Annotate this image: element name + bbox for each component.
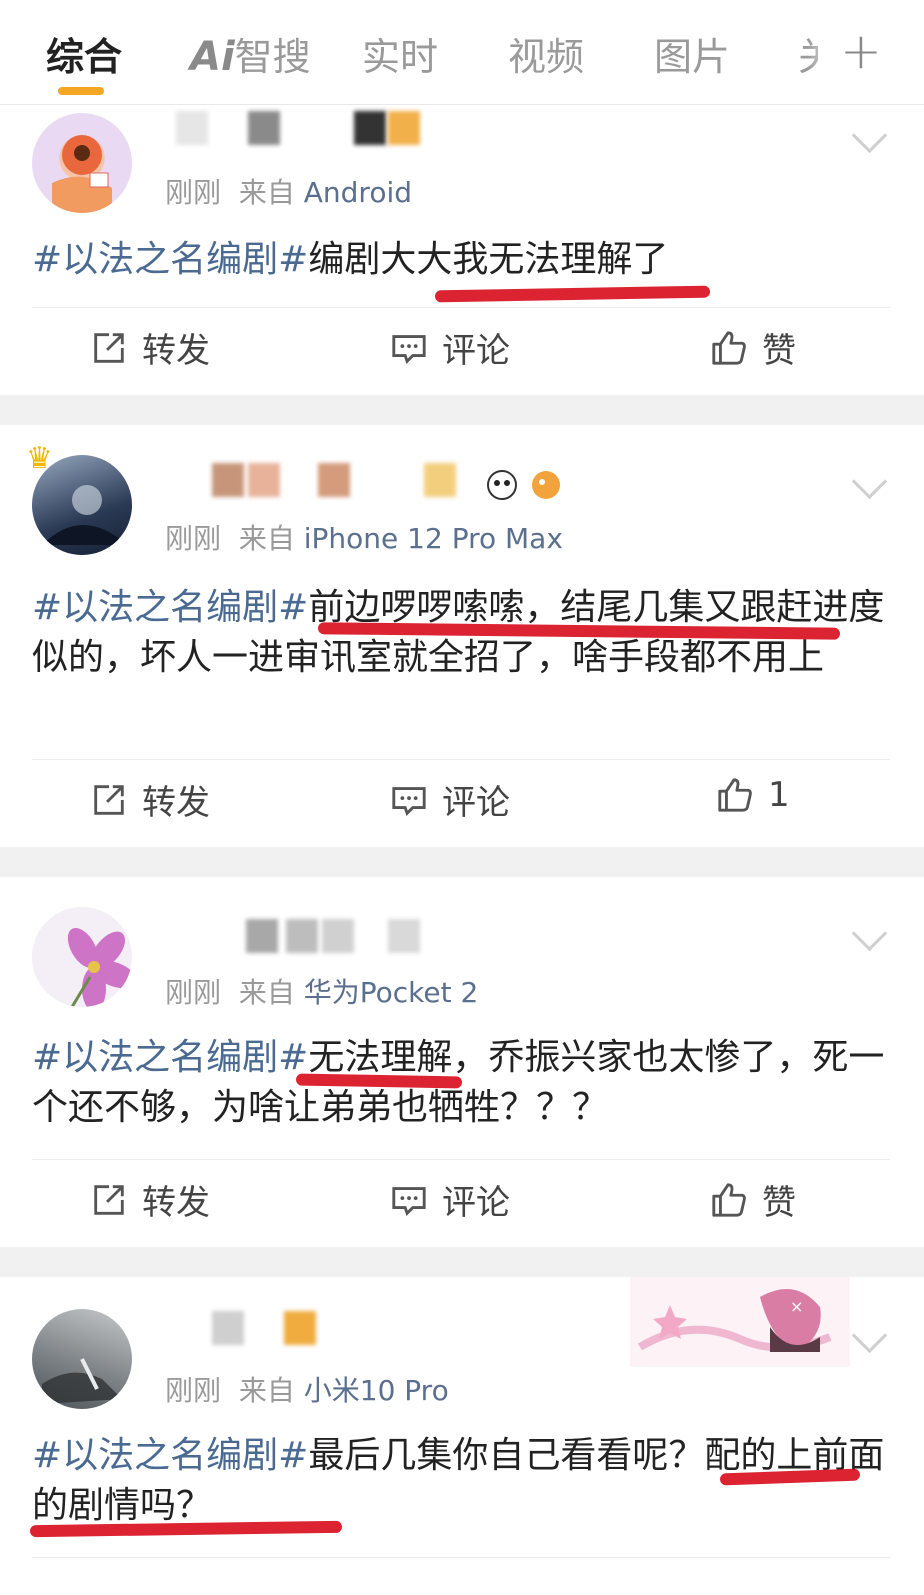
repost-button[interactable]: 转发 — [90, 1175, 210, 1224]
like-button[interactable]: 赞 — [710, 323, 796, 372]
emoji-icon — [487, 470, 560, 500]
like-count: 1 — [768, 775, 790, 815]
chevron-down-icon[interactable] — [851, 1317, 888, 1354]
post-actions: 转发 评论 1 — [0, 775, 924, 835]
avatar-image — [42, 485, 127, 545]
divider — [32, 307, 890, 308]
avatar-image — [67, 927, 132, 1007]
post-meta: 刚刚 来自 小米10 Pro — [165, 1369, 449, 1409]
divider — [32, 1159, 890, 1160]
like-button[interactable]: 1 — [716, 775, 790, 815]
topic-tag[interactable]: #以法之名编剧# — [32, 1037, 308, 1078]
post-time: 刚刚 — [165, 522, 222, 555]
avatar-image — [52, 135, 112, 213]
comment-icon — [392, 334, 426, 364]
search-tabs: 综合 Ai智搜 实时 视频 图片 关 + — [0, 0, 924, 105]
decorative-sticker: × — [630, 1277, 850, 1367]
comment-button[interactable]: 评论 — [390, 323, 510, 372]
post-source: 华为Pocket 2 — [303, 976, 479, 1009]
ai-logo-text: Ai — [190, 34, 235, 80]
divider — [32, 759, 890, 760]
post-time: 刚刚 — [165, 976, 222, 1009]
ai-tab-label: 智搜 — [234, 35, 311, 79]
post-meta: 刚刚 来自 Android — [165, 171, 412, 211]
comment-icon — [392, 1186, 426, 1216]
tab-fade — [808, 30, 838, 74]
like-label: 赞 — [762, 331, 796, 371]
like-icon — [712, 330, 746, 365]
chevron-down-icon[interactable] — [851, 117, 888, 154]
post-time: 刚刚 — [165, 1374, 222, 1407]
divider — [32, 1557, 890, 1558]
repost-label: 转发 — [142, 783, 210, 823]
repost-icon — [94, 1184, 124, 1215]
post-content[interactable]: #以法之名编剧#无法理解，乔振兴家也太惨了，死一个还不够，为啥让弟弟也牺牲？？？ — [32, 1033, 892, 1133]
repost-icon — [94, 784, 124, 815]
comment-icon — [392, 786, 426, 816]
comment-button[interactable]: 评论 — [390, 1175, 510, 1224]
repost-icon — [94, 332, 124, 363]
plus-icon[interactable]: + — [840, 22, 882, 80]
svg-text:×: × — [790, 1297, 803, 1316]
active-tab-indicator — [58, 87, 104, 95]
repost-label: 转发 — [142, 331, 210, 371]
avatar-image — [42, 1358, 122, 1404]
chevron-down-icon[interactable] — [851, 915, 888, 952]
post-card: 刚刚 来自 华为Pocket 2 #以法之名编剧#无法理解，乔振兴家也太惨了，死… — [0, 877, 924, 1247]
tab-ai-search[interactable]: Ai智搜 — [190, 26, 311, 81]
avatar[interactable] — [32, 455, 132, 555]
post-text: 编剧大大我无法理解了 — [308, 239, 669, 280]
post-source: 小米10 Pro — [303, 1374, 449, 1407]
chevron-down-icon[interactable] — [851, 463, 888, 500]
avatar[interactable] — [32, 907, 132, 1007]
like-icon — [712, 1182, 746, 1217]
avatar[interactable] — [32, 1309, 132, 1409]
tab-image[interactable]: 图片 — [654, 26, 730, 81]
post-time: 刚刚 — [165, 176, 222, 209]
source-prefix: 来自 — [238, 522, 295, 555]
repost-button[interactable]: 转发 — [90, 775, 210, 824]
post-meta: 刚刚 来自 iPhone 12 Pro Max — [165, 517, 563, 557]
comment-button[interactable]: 评论 — [390, 775, 510, 824]
like-button[interactable]: 赞 — [710, 1175, 796, 1224]
post-card: 刚刚 来自 Android #以法之名编剧#编剧大大我无法理解了 转发 评论 赞 — [0, 105, 924, 395]
post-content[interactable]: #以法之名编剧#编剧大大我无法理解了 — [32, 235, 892, 285]
post-actions: 转发 评论 赞 — [0, 1175, 924, 1235]
tab-comprehensive[interactable]: 综合 — [46, 26, 122, 81]
like-label: 赞 — [762, 1183, 796, 1223]
source-prefix: 来自 — [238, 976, 295, 1009]
comment-label: 评论 — [442, 1183, 510, 1223]
comment-label: 评论 — [442, 331, 510, 371]
post-source: Android — [303, 176, 413, 209]
repost-label: 转发 — [142, 1183, 210, 1223]
topic-tag[interactable]: #以法之名编剧# — [32, 587, 308, 628]
comment-label: 评论 — [442, 783, 510, 823]
topic-tag[interactable]: #以法之名编剧# — [32, 239, 308, 280]
post-source: iPhone 12 Pro Max — [303, 522, 563, 555]
post-card: × 刚刚 来自 小米10 Pro #以法之名编剧#最后几集你自己看看呢？配的上前… — [0, 1277, 924, 1595]
tab-realtime[interactable]: 实时 — [362, 26, 438, 81]
tab-video[interactable]: 视频 — [508, 26, 584, 81]
red-underline-annotation — [434, 285, 711, 303]
source-prefix: 来自 — [238, 176, 295, 209]
topic-tag[interactable]: #以法之名编剧# — [32, 1435, 308, 1476]
post-card: ♛ 刚刚 来自 iPhone 12 Pro Max #以法之名编剧#前边啰啰嗦嗦… — [0, 425, 924, 847]
source-prefix: 来自 — [238, 1374, 295, 1407]
like-icon — [718, 778, 752, 812]
repost-button[interactable]: 转发 — [90, 323, 210, 372]
post-meta: 刚刚 来自 华为Pocket 2 — [165, 971, 478, 1011]
avatar[interactable] — [32, 113, 132, 213]
post-actions: 转发 评论 赞 — [0, 323, 924, 383]
